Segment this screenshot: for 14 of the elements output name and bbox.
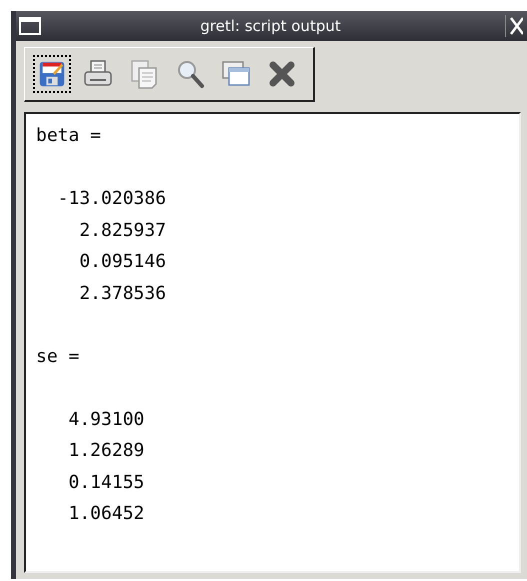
close-icon[interactable] (505, 15, 523, 37)
output-line: 0.095146 (78, 251, 166, 272)
output-line: 0.14155 (68, 472, 144, 492)
save-button[interactable] (33, 55, 71, 93)
output-line: 1.06452 (68, 503, 144, 524)
output-line: 1.26289 (68, 440, 144, 461)
output-line: 2.378536 (78, 282, 166, 304)
output-line: beta = (36, 125, 102, 146)
output-line: se = (36, 346, 80, 366)
output-line: -13.020386 (56, 188, 166, 209)
window-title: gretl: script output (199, 17, 342, 35)
output-line: 2.825937 (78, 220, 166, 240)
output-line: 4.93100 (68, 408, 144, 430)
window-menu-icon[interactable] (18, 16, 42, 36)
